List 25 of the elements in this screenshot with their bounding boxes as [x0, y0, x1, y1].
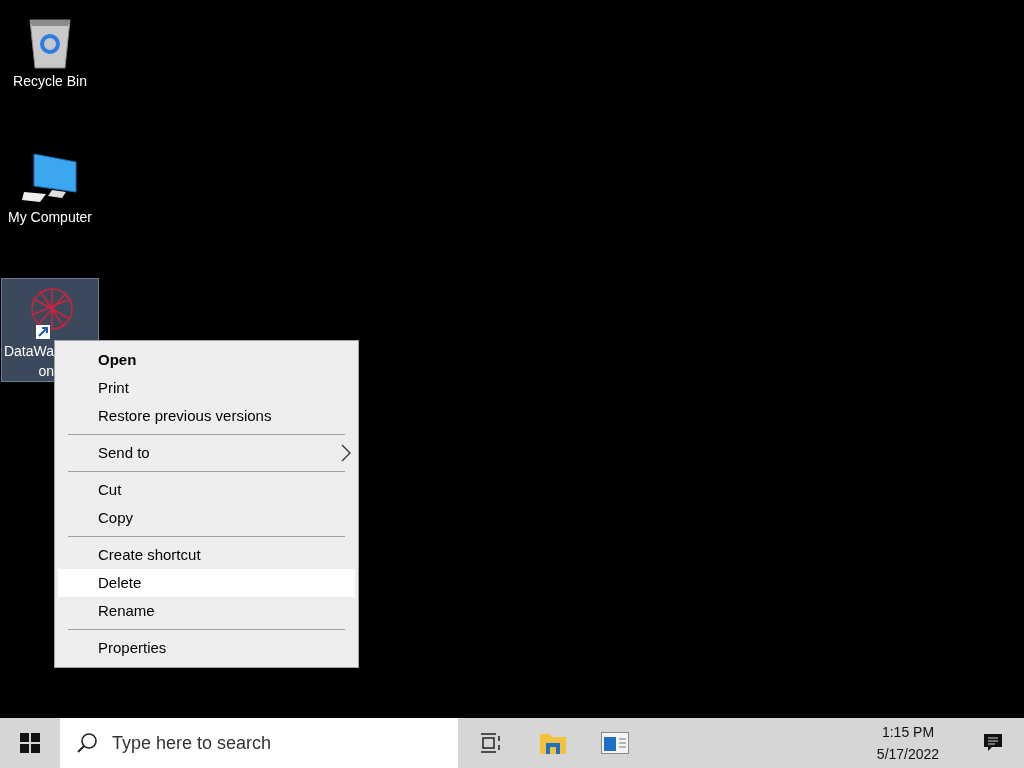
icon-label: Recycle Bin: [13, 72, 87, 91]
menu-item[interactable]: Send to: [58, 439, 355, 467]
menu-item[interactable]: Cut: [58, 476, 355, 504]
menu-item[interactable]: Properties: [58, 634, 355, 662]
chevron-right-icon: [341, 444, 351, 462]
message-icon: [983, 733, 1003, 753]
menu-item[interactable]: Create shortcut: [58, 541, 355, 569]
search-input[interactable]: Type here to search: [112, 729, 412, 757]
search-icon: [76, 732, 98, 754]
desktop-icon[interactable]: My Computer: [1, 142, 99, 246]
icon-label: My Computer: [8, 208, 92, 227]
computer-icon: [22, 152, 78, 204]
window-icon: [601, 732, 629, 754]
task-view-icon: [480, 733, 502, 753]
menu-item[interactable]: Rename: [58, 597, 355, 625]
menu-item[interactable]: Delete: [58, 569, 355, 597]
icon-label: on: [38, 362, 54, 381]
menu-item[interactable]: Restore previous versions: [58, 402, 355, 430]
search-field[interactable]: Type here to search: [60, 718, 458, 768]
menu-item[interactable]: Copy: [58, 504, 355, 532]
folder-icon: [539, 731, 567, 755]
clock[interactable]: 1:15 PM 5/17/2022: [862, 718, 954, 768]
icon-label: DataWa: [3, 342, 54, 361]
desktop-icon[interactable]: Recycle Bin: [1, 6, 99, 110]
windows-logo-icon: [20, 733, 40, 753]
